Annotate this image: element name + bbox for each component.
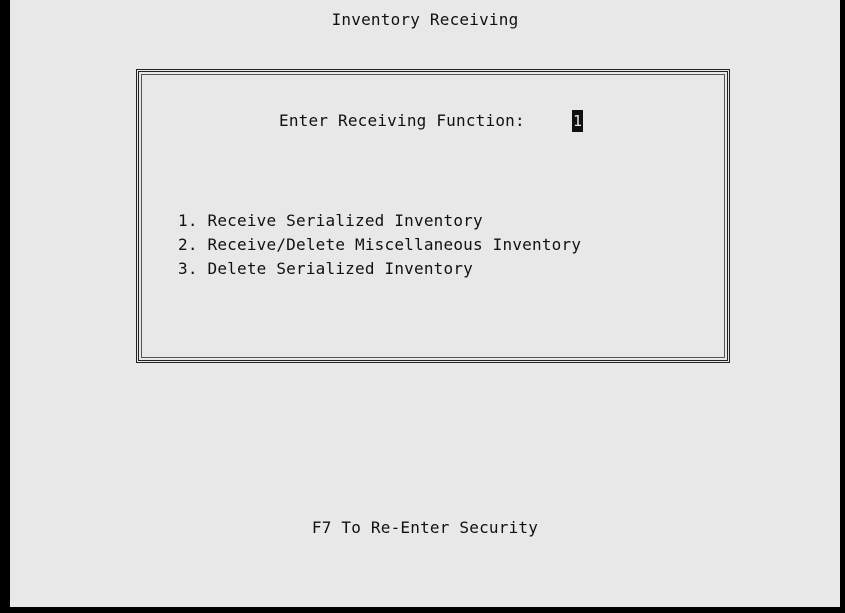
menu-item-receive-delete-misc[interactable]: 2. Receive/Delete Miscellaneous Inventor… <box>178 233 581 257</box>
menu-item-number: 3. <box>178 259 198 278</box>
menu-item-delete-serialized[interactable]: 3. Delete Serialized Inventory <box>178 257 581 281</box>
terminal-screen: Inventory Receiving Enter Receiving Func… <box>10 0 840 607</box>
receiving-function-input[interactable]: 1 <box>572 110 583 132</box>
function-menu: 1. Receive Serialized Inventory 2. Recei… <box>178 209 581 281</box>
function-key-hint: F7 To Re-Enter Security <box>311 518 539 537</box>
menu-item-label: Delete Serialized Inventory <box>207 259 474 278</box>
receiving-function-dialog: Enter Receiving Function: 1 1. Receive S… <box>136 69 730 363</box>
screen-title: Inventory Receiving <box>331 10 519 29</box>
menu-item-number: 1. <box>178 211 198 230</box>
menu-item-label: Receive Serialized Inventory <box>207 211 483 230</box>
dialog-inner-border: Enter Receiving Function: 1 1. Receive S… <box>141 74 725 358</box>
menu-item-label: Receive/Delete Miscellaneous Inventory <box>207 235 582 254</box>
prompt-label: Enter Receiving Function: <box>279 111 525 130</box>
menu-item-receive-serialized[interactable]: 1. Receive Serialized Inventory <box>178 209 581 233</box>
menu-item-number: 2. <box>178 235 198 254</box>
